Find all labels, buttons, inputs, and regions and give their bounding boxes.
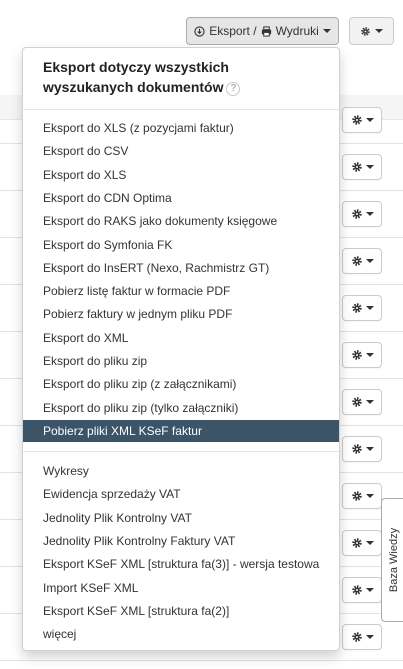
chevron-down-icon bbox=[365, 635, 374, 639]
row-actions-button[interactable] bbox=[342, 483, 382, 509]
row-actions-button[interactable] bbox=[342, 248, 382, 274]
dropdown-item[interactable]: Jednolity Plik Kontrolny VAT bbox=[23, 507, 339, 529]
dropdown-header-line1: Eksport dotyczy wszystkich bbox=[43, 59, 229, 75]
row-actions-button[interactable] bbox=[342, 107, 382, 133]
dropdown-divider bbox=[23, 451, 339, 452]
gear-icon bbox=[351, 491, 362, 501]
gear-icon bbox=[351, 538, 362, 548]
gear-icon bbox=[351, 397, 362, 407]
chevron-down-icon bbox=[365, 494, 374, 498]
chevron-down-icon bbox=[375, 29, 383, 33]
row-actions-button[interactable] bbox=[342, 295, 382, 321]
row-actions-button[interactable] bbox=[342, 201, 382, 227]
dropdown-item[interactable]: więcej bbox=[23, 623, 339, 645]
row-actions-button[interactable] bbox=[342, 624, 382, 650]
dropdown-item[interactable]: Import KSeF XML bbox=[23, 577, 339, 599]
dropdown-item[interactable]: Eksport do pliku zip (z załącznikami) bbox=[23, 373, 339, 395]
row-actions-button[interactable] bbox=[342, 154, 382, 180]
knowledge-base-tab[interactable]: Baza Wiedzy bbox=[381, 498, 403, 622]
dropdown-item[interactable]: Eksport KSeF XML [struktura fa(2)] bbox=[23, 600, 339, 622]
dropdown-item[interactable]: Eksport do XLS (z pozycjami faktur) bbox=[23, 117, 339, 139]
dropdown-item[interactable]: Wykresy bbox=[23, 460, 339, 482]
gear-icon bbox=[361, 26, 370, 36]
dropdown-item[interactable]: Eksport do Symfonia FK bbox=[23, 234, 339, 256]
row-actions-button[interactable] bbox=[342, 530, 382, 556]
chevron-down-icon bbox=[365, 118, 374, 122]
chevron-down-icon bbox=[365, 588, 374, 592]
dropdown-item[interactable]: Eksport do CDN Optima bbox=[23, 187, 339, 209]
dropdown-item[interactable]: Ewidencja sprzedaży VAT bbox=[23, 483, 339, 505]
gear-icon bbox=[351, 303, 362, 313]
export-dropdown-menu: Eksport dotyczy wszystkich wyszukanych d… bbox=[22, 47, 340, 651]
chevron-down-icon bbox=[365, 306, 374, 310]
row-actions-button[interactable] bbox=[342, 436, 382, 462]
chevron-down-icon bbox=[365, 400, 374, 404]
dropdown-header: Eksport dotyczy wszystkich wyszukanych d… bbox=[43, 57, 323, 97]
export-print-button[interactable]: Eksport / Wydruki bbox=[186, 17, 339, 45]
chevron-down-icon bbox=[322, 29, 331, 33]
row-actions-button[interactable] bbox=[342, 577, 382, 603]
gear-icon bbox=[351, 444, 362, 454]
download-icon bbox=[194, 25, 205, 37]
chevron-down-icon bbox=[365, 212, 374, 216]
chevron-down-icon bbox=[365, 353, 374, 357]
chevron-down-icon bbox=[365, 447, 374, 451]
knowledge-base-label: Baza Wiedzy bbox=[387, 527, 400, 593]
chevron-down-icon bbox=[365, 541, 374, 545]
gear-icon bbox=[351, 632, 362, 642]
dropdown-item[interactable]: Eksport do XML bbox=[23, 327, 339, 349]
printer-icon bbox=[261, 25, 271, 37]
chevron-down-icon bbox=[365, 259, 374, 263]
dropdown-item[interactable]: Pobierz pliki XML KSeF faktur bbox=[23, 419, 339, 442]
dropdown-item[interactable]: Eksport KSeF XML [struktura fa(3)] - wer… bbox=[23, 553, 339, 575]
settings-menu-button[interactable] bbox=[349, 17, 394, 45]
print-label: Wydruki bbox=[275, 24, 319, 38]
gear-icon bbox=[351, 209, 362, 219]
gear-icon bbox=[351, 256, 362, 266]
dropdown-item[interactable]: Eksport do pliku zip bbox=[23, 350, 339, 372]
gear-icon bbox=[351, 350, 362, 360]
dropdown-divider bbox=[23, 109, 339, 110]
dropdown-item[interactable]: Eksport do pliku zip (tylko załączniki) bbox=[23, 397, 339, 419]
row-divider bbox=[0, 660, 403, 661]
gear-icon bbox=[351, 115, 362, 125]
dropdown-item[interactable]: Eksport do InsERT (Nexo, Rachmistrz GT) bbox=[23, 257, 339, 279]
row-actions-button[interactable] bbox=[342, 389, 382, 415]
row-actions-button[interactable] bbox=[342, 342, 382, 368]
chevron-down-icon bbox=[365, 165, 374, 169]
dropdown-item[interactable]: Eksport do CSV bbox=[23, 140, 339, 162]
dropdown-item[interactable]: Jednolity Plik Kontrolny Faktury VAT bbox=[23, 530, 339, 552]
gear-icon bbox=[351, 585, 362, 595]
dropdown-item[interactable]: Eksport do RAKS jako dokumenty księgowe bbox=[23, 210, 339, 232]
export-label: Eksport / bbox=[209, 24, 257, 38]
dropdown-item[interactable]: Pobierz faktury w jednym pliku PDF bbox=[23, 303, 339, 325]
dropdown-item[interactable]: Pobierz listę faktur w formacie PDF bbox=[23, 280, 339, 302]
dropdown-item[interactable]: Eksport do XLS bbox=[23, 164, 339, 186]
gear-icon bbox=[351, 162, 362, 172]
dropdown-header-line2: wyszukanych dokumentów bbox=[43, 79, 224, 95]
help-icon[interactable]: ? bbox=[226, 82, 241, 96]
